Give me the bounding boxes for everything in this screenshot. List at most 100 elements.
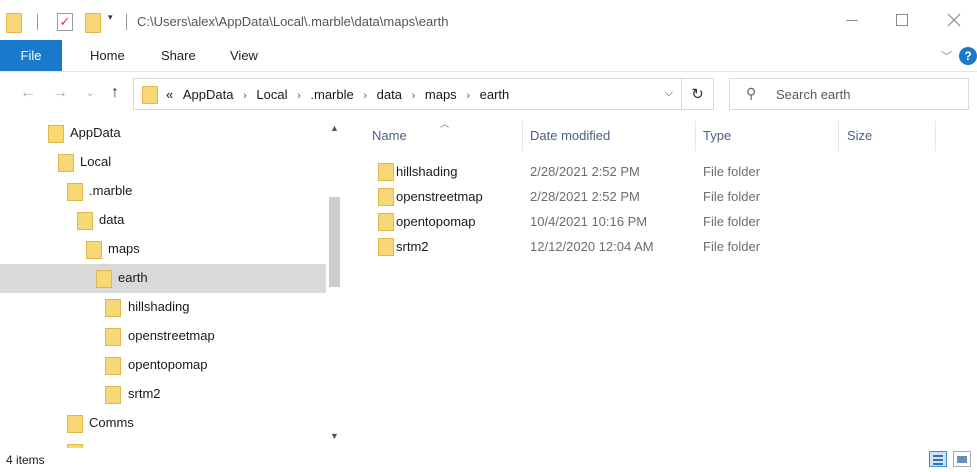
tree-item-label: earth (118, 270, 148, 285)
maximize-button[interactable] (879, 0, 925, 40)
close-icon (947, 13, 961, 27)
column-header-type[interactable]: Type (703, 128, 731, 143)
folder-icon (77, 212, 93, 230)
breadcrumb-item[interactable]: AppData (183, 87, 234, 102)
scroll-down-icon[interactable]: ▼ (330, 431, 339, 441)
refresh-icon: ↻ (691, 86, 704, 103)
breadcrumb-overflow-icon[interactable]: « (166, 87, 173, 102)
scroll-up-icon[interactable]: ▲ (330, 123, 339, 133)
maximize-icon (896, 14, 908, 26)
minimize-button[interactable] (829, 0, 875, 40)
up-arrow-icon[interactable]: ↑ (111, 84, 119, 102)
recent-locations-icon[interactable]: ⌄ (86, 88, 94, 99)
column-divider[interactable] (935, 121, 936, 151)
tree-item-local[interactable]: Local (0, 148, 326, 177)
folder-icon (142, 86, 158, 104)
date-modified: 2/28/2021 2:52 PM (530, 164, 640, 179)
chevron-right-icon[interactable]: › (412, 90, 416, 102)
tree-item-comms[interactable]: Comms (0, 409, 326, 438)
breadcrumb-item[interactable]: maps (425, 87, 457, 102)
forward-arrow-icon[interactable]: → (52, 84, 68, 102)
tree-item-label: Comms (89, 415, 134, 430)
tree-item-earth[interactable]: earth (0, 264, 326, 293)
scrollbar-thumb[interactable] (329, 197, 340, 287)
breadcrumb-item[interactable]: data (377, 87, 402, 102)
file-name: srtm2 (396, 239, 429, 254)
folder-icon (48, 125, 64, 143)
sort-ascending-icon: ︿ (440, 119, 450, 129)
date-modified: 2/28/2021 2:52 PM (530, 189, 640, 204)
folder-icon (67, 415, 83, 433)
date-modified: 10/4/2021 10:16 PM (530, 214, 648, 229)
tree-item-opentopomap[interactable]: opentopomap (0, 351, 326, 380)
chevron-right-icon[interactable]: › (243, 90, 247, 102)
breadcrumb-item[interactable]: Local (256, 87, 287, 102)
tab-view[interactable]: View (230, 48, 258, 63)
tab-file[interactable]: File (0, 40, 62, 71)
large-icons-view-button[interactable] (953, 451, 971, 467)
separator (126, 14, 127, 30)
table-row[interactable]: openstreetmap 2/28/2021 2:52 PM File fol… (368, 184, 968, 209)
folder-icon (378, 238, 394, 256)
address-bar[interactable]: « AppData › Local › .marble › data › map… (133, 78, 682, 110)
folder-icon (105, 299, 121, 317)
minimize-icon (846, 19, 858, 21)
breadcrumb-item[interactable]: .marble (310, 87, 353, 102)
chevron-right-icon[interactable]: › (297, 90, 301, 102)
file-type: File folder (703, 239, 761, 254)
navigation-pane[interactable]: AppData Local .marble data maps earth hi… (0, 117, 329, 448)
tree-item-label: data (99, 212, 125, 227)
tree-item-openstreetmap[interactable]: openstreetmap (0, 322, 326, 351)
tree-item-srtm2[interactable]: srtm2 (0, 380, 326, 409)
tree-item-hillshading[interactable]: hillshading (0, 293, 326, 322)
item-count: 4 items (6, 453, 45, 467)
column-divider[interactable] (695, 121, 696, 151)
breadcrumb-item[interactable]: earth (480, 87, 510, 102)
column-header-size[interactable]: Size (847, 128, 872, 143)
navigation-bar: ← → ⌄ ↑ « AppData › Local › .marble › da… (0, 72, 977, 117)
tree-item-partial (0, 438, 326, 448)
tree-item-maps[interactable]: maps (0, 235, 326, 264)
date-modified: 12/12/2020 12:04 AM (530, 239, 654, 254)
column-divider[interactable] (522, 121, 523, 151)
tree-item-label: AppData (70, 125, 121, 140)
tab-share[interactable]: Share (161, 48, 196, 63)
quick-access-dropdown-icon[interactable]: ▾ (108, 12, 113, 23)
chevron-right-icon[interactable]: › (466, 90, 470, 102)
column-header-name[interactable]: Name (372, 128, 407, 143)
refresh-button[interactable]: ↻ (682, 78, 714, 110)
table-row[interactable]: opentopomap 10/4/2021 10:16 PM File fold… (368, 209, 968, 234)
folder-icon (58, 154, 74, 172)
column-header-date-modified[interactable]: Date modified (530, 128, 610, 143)
chevron-right-icon[interactable]: › (363, 90, 367, 102)
folder-icon (96, 270, 112, 288)
search-box[interactable]: ⚲ (729, 78, 969, 110)
expand-ribbon-icon[interactable]: ﹀ (941, 48, 952, 64)
tree-item-data[interactable]: data (0, 206, 326, 235)
back-arrow-icon[interactable]: ← (20, 84, 36, 102)
search-input[interactable] (776, 84, 956, 104)
tree-item-label: opentopomap (128, 357, 208, 372)
file-list[interactable]: ︿ Name Date modified Type Size hillshadi… (358, 117, 977, 448)
new-folder-icon[interactable] (85, 13, 101, 33)
close-button[interactable] (931, 0, 977, 40)
file-type: File folder (703, 164, 761, 179)
tree-item-label: srtm2 (128, 386, 161, 401)
tree-item-appdata[interactable]: AppData (0, 119, 326, 148)
file-name: openstreetmap (396, 189, 483, 204)
navigation-pane-scrollbar[interactable]: ▲ ▼ (326, 117, 343, 448)
address-dropdown-icon[interactable]: ⌵ (665, 87, 673, 100)
breadcrumb: « AppData › Local › .marble › data › map… (166, 87, 509, 102)
details-view-button[interactable] (929, 451, 947, 467)
separator (37, 14, 38, 30)
properties-icon[interactable]: ✓ (57, 13, 73, 31)
file-name: hillshading (396, 164, 458, 179)
tab-home[interactable]: Home (90, 48, 125, 63)
column-divider[interactable] (838, 121, 839, 151)
tree-item-marble[interactable]: .marble (0, 177, 326, 206)
table-row[interactable]: hillshading 2/28/2021 2:52 PM File folde… (368, 159, 968, 184)
table-row[interactable]: srtm2 12/12/2020 12:04 AM File folder (368, 234, 968, 259)
help-icon[interactable]: ? (959, 47, 977, 65)
folder-icon (105, 357, 121, 375)
folder-icon (105, 328, 121, 346)
